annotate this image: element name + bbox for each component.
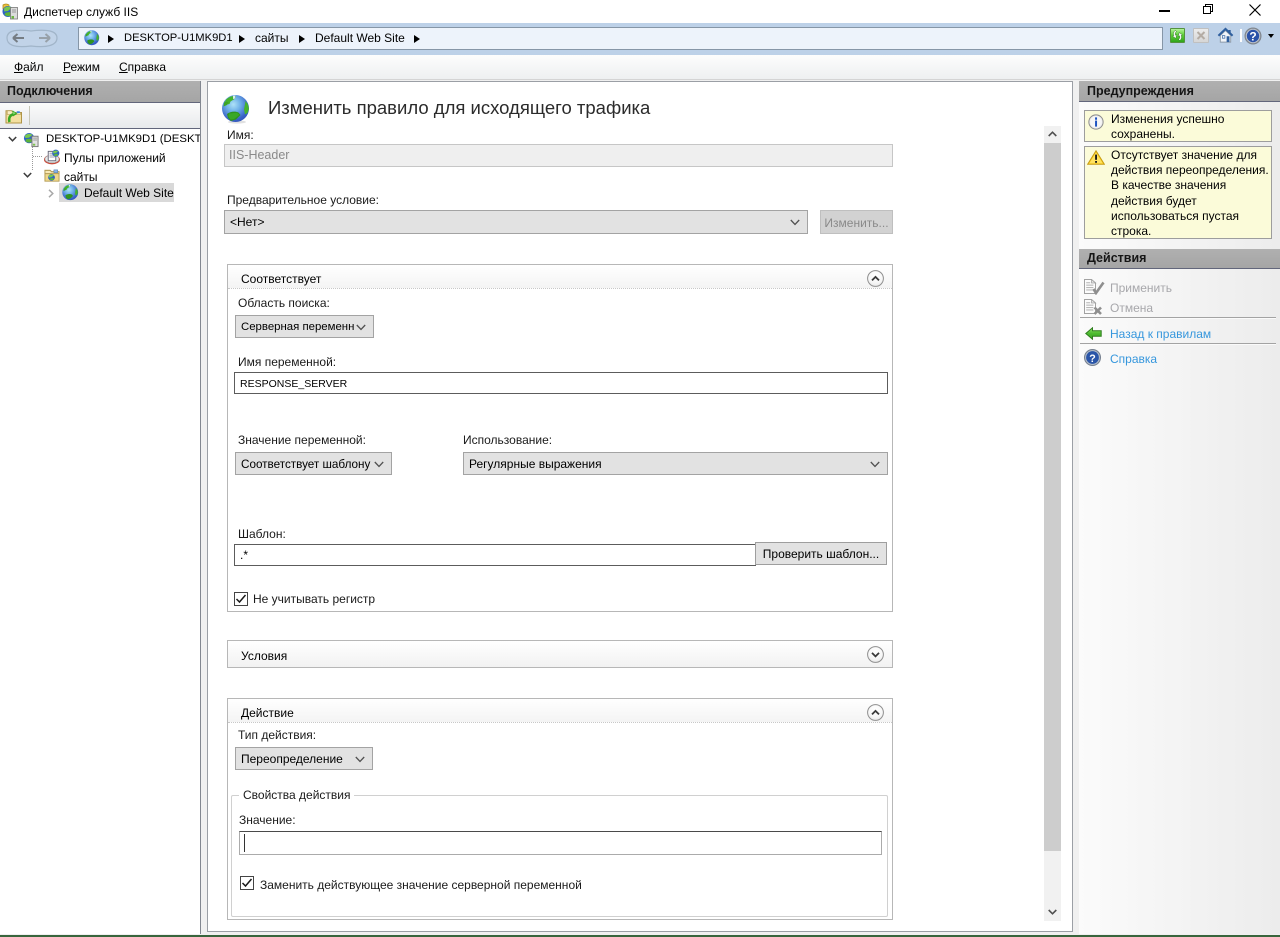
svg-text:?: ? bbox=[1249, 29, 1256, 43]
svg-text:?: ? bbox=[1089, 353, 1095, 365]
